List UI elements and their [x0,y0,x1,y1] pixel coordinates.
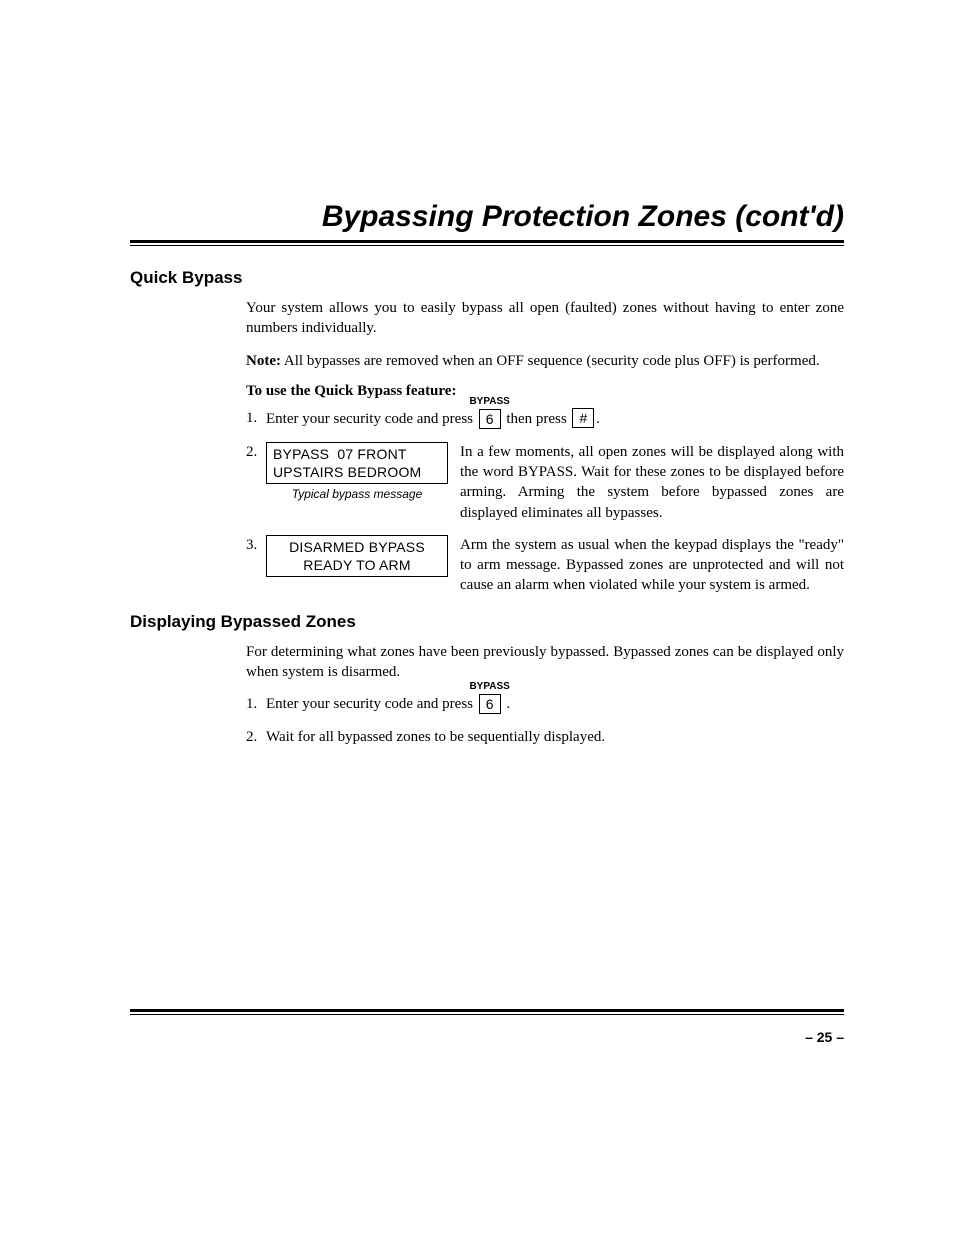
step-number: 2. [246,727,266,747]
lcd-column: BYPASS 07 FRONT UPSTAIRS BEDROOM Typical… [266,442,448,503]
bottom-rule [130,1009,844,1015]
step-description: In a few moments, all open zones will be… [460,442,844,523]
section-quick-bypass-heading: Quick Bypass [130,268,844,288]
displaying-step-2: 2. Wait for all bypassed zones to be seq… [246,727,844,747]
keypad-key-6-stack: BYPASS 6 [477,409,503,430]
step-description: Arm the system as usual when the keypad … [460,535,844,596]
keypad-key-6: 6 [479,409,501,429]
title-rule [130,240,844,246]
section-quick-bypass-body: Your system allows you to easily bypass … [246,298,844,596]
intro-paragraph: Your system allows you to easily bypass … [246,298,844,339]
displaying-intro: For determining what zones have been pre… [246,642,844,683]
step-body: Enter your security code and press BYPAS… [266,408,844,430]
step-body: Wait for all bypassed zones to be sequen… [266,727,844,747]
displaying-step-1: 1. Enter your security code and press BY… [246,694,844,715]
quick-bypass-step-2: 2. BYPASS 07 FRONT UPSTAIRS BEDROOM Typi… [246,442,844,523]
step-number: 3. [246,535,266,596]
step-number: 1. [246,408,266,430]
keypad-key-pound: # [572,408,594,428]
section-displaying-heading: Displaying Bypassed Zones [130,612,844,632]
note-label: Note: [246,353,281,369]
lcd-display: BYPASS 07 FRONT UPSTAIRS BEDROOM [266,442,448,484]
step-text: Enter your security code and press [266,696,477,712]
keypad-key-6-stack: BYPASS 6 [477,694,503,715]
quick-bypass-step-1: 1. Enter your security code and press BY… [246,408,844,430]
page-number: – 25 – [805,1029,844,1045]
lcd-caption: Typical bypass message [266,486,448,502]
lcd-column: DISARMED BYPASS READY TO ARM [266,535,448,577]
step-text-mid: then press [506,411,570,427]
lcd-display: DISARMED BYPASS READY TO ARM [266,535,448,577]
key-label-bypass: BYPASS [469,395,509,409]
step-body: Enter your security code and press BYPAS… [266,694,844,715]
keypad-key-6: 6 [479,694,501,714]
step-text: Enter your security code and press [266,411,477,427]
step-number: 2. [246,442,266,523]
note-body: All bypasses are removed when an OFF seq… [281,353,820,369]
quick-bypass-subhead: To use the Quick Bypass feature: [246,383,844,400]
step-text-post: . [596,411,600,427]
key-label-bypass: BYPASS [469,680,509,694]
step-number: 1. [246,694,266,715]
quick-bypass-step-3: 3. DISARMED BYPASS READY TO ARM Arm the … [246,535,844,596]
document-page: Bypassing Protection Zones (cont'd) Quic… [0,0,954,1235]
step-text-post: . [503,696,511,712]
section-displaying-body: For determining what zones have been pre… [246,642,844,748]
page-title: Bypassing Protection Zones (cont'd) [130,200,844,234]
note-paragraph: Note: All bypasses are removed when an O… [246,351,844,371]
